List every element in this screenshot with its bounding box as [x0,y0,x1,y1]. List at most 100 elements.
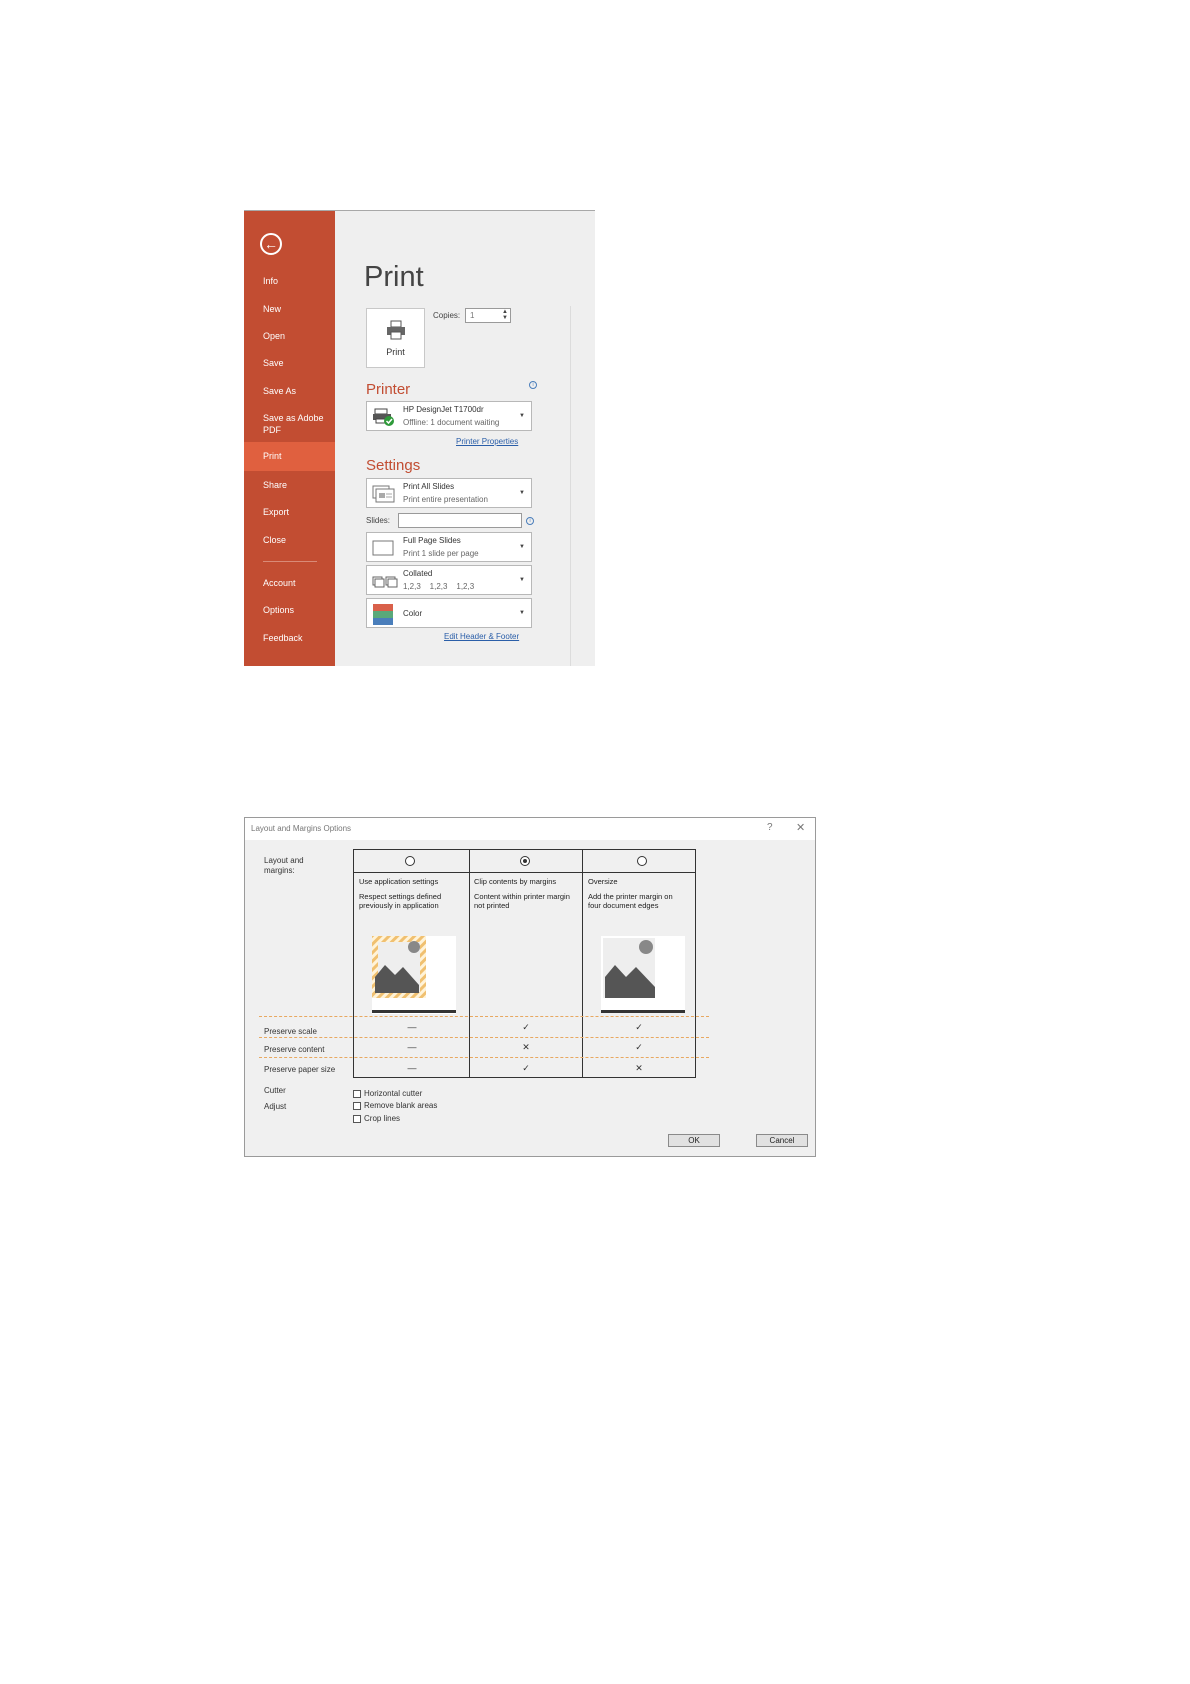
printer-icon [387,320,405,340]
info-icon[interactable]: i [529,381,537,389]
clip-contents-illustration-icon [372,936,456,1013]
horizontal-cutter-label: Horizontal cutter [364,1089,423,1098]
sidebar-item-account[interactable]: Account [244,577,335,605]
sidebar-item-label: Share [263,480,288,490]
preserve-content-label: Preserve content [264,1045,325,1054]
slide-layout-subtitle: Print 1 slide per page [403,549,479,558]
option-description-line1: Add the printer margin on [588,892,673,901]
sidebar-item-label: Save as Adobe [263,413,324,423]
cancel-button[interactable]: Cancel [756,1134,808,1147]
collation-dropdown[interactable]: Collated 1,2,3 1,2,3 1,2,3 ▼ [366,565,532,595]
color-dropdown[interactable]: Color ▼ [366,598,532,628]
preserve-paper-size-oversize-mark: ✕ [635,1063,643,1073]
copies-stepper[interactable]: 1 ▲ ▼ [465,308,511,323]
print-button[interactable]: Print [366,308,425,368]
preserve-scale-oversize-mark: ✓ [635,1022,643,1032]
sidebar-item-label: Save As [263,386,297,396]
printer-properties-link[interactable]: Printer Properties [456,437,518,446]
collated-pages-icon [372,576,398,588]
remove-blank-areas-checkbox[interactable] [353,1102,361,1110]
option-description: Add the printer margin on four document … [588,892,696,910]
info-icon[interactable]: i [526,517,534,525]
slides-stack-icon [372,485,395,503]
layout-margins-label: Layout and margins: [264,856,304,876]
layout-margins-label-line1: Layout and [264,856,304,865]
remove-blank-areas-label: Remove blank areas [364,1101,438,1110]
sidebar-item-save[interactable]: Save [244,357,335,385]
oversize-illustration-icon [601,936,685,1013]
option-description-line1: Content within printer margin [474,892,570,901]
sidebar-item-label: Info [263,276,279,286]
sidebar-item-print[interactable]: Print [244,442,335,471]
preserve-paper-size-app-mark: — [407,1063,417,1073]
sidebar-item-label: Save [263,358,284,368]
column-separator [582,850,583,1077]
print-pane: Print Print Copies: 1 ▲ ▼ Printer i HP D… [335,211,595,666]
back-arrow-icon[interactable]: ← [260,233,282,255]
slide-layout-title: Full Page Slides [403,536,461,545]
radio-use-application-settings[interactable] [405,856,415,866]
edit-header-footer-link[interactable]: Edit Header & Footer [444,632,519,641]
sidebar-item-options[interactable]: Options [244,604,335,632]
horizontal-cutter-checkbox[interactable] [353,1090,361,1098]
print-range-dropdown[interactable]: Print All Slides Print entire presentati… [366,478,532,508]
preserve-content-oversize-mark: ✓ [635,1042,643,1052]
layout-margins-label-line2: margins: [264,866,295,875]
print-range-title: Print All Slides [403,482,455,491]
sidebar-item-save-as[interactable]: Save As [244,385,335,413]
color-swatch-icon [373,604,393,625]
sidebar-item-label: Account [263,578,296,588]
sidebar-item-label: Open [263,331,286,341]
crop-lines-checkbox[interactable] [353,1115,361,1123]
ok-button[interactable]: OK [668,1134,720,1147]
option-description-line2: previously in application [359,901,439,910]
sidebar-item-label: Close [263,535,287,545]
slide-layout-dropdown[interactable]: Full Page Slides Print 1 slide per page … [366,532,532,562]
full-page-slide-icon [372,540,394,556]
row-divider [259,1016,709,1017]
copies-label: Copies: [433,311,461,320]
settings-heading: Settings [366,457,421,474]
sidebar-item-label: Options [263,605,295,615]
option-description-line2: not printed [474,901,510,910]
print-button-label: Print [386,347,405,357]
spin-arrows-icon[interactable]: ▲ ▼ [502,309,508,321]
printer-status: Offline: 1 document waiting [403,418,500,427]
sidebar-item-open[interactable]: Open [244,330,335,358]
sidebar-item-export[interactable]: Export [244,506,335,534]
close-icon[interactable]: ✕ [796,821,805,834]
dropdown-caret-icon: ▼ [519,490,525,496]
sidebar-item-save-as-adobe-pdf[interactable]: Save as Adobe PDF [244,412,335,440]
preserve-scale-app-mark: — [407,1022,417,1032]
radio-oversize[interactable] [637,856,647,866]
collation-subtitle: 1,2,3 1,2,3 1,2,3 [403,582,475,591]
sidebar-item-share[interactable]: Share [244,479,335,507]
sidebar-item-label: Export [263,507,290,517]
crop-lines-label: Crop lines [364,1114,401,1123]
printer-dropdown[interactable]: HP DesignJet T1700dr Offline: 1 document… [366,401,532,431]
dialog-title: Layout and Margins Options [251,824,352,833]
color-title: Color [403,609,423,618]
sidebar-item-label: Feedback [263,633,303,643]
radio-clip-contents-by-margins[interactable] [520,856,530,866]
sidebar-item-new[interactable]: New [244,303,335,331]
dropdown-caret-icon: ▼ [519,610,525,616]
dropdown-caret-icon: ▼ [519,544,525,550]
slides-input[interactable] [398,513,522,528]
backstage-sidebar: ← Info New Open Save Save As Save as Ado… [244,211,335,666]
option-title: Use application settings [359,877,439,886]
column-separator [469,850,470,1077]
cutter-label: Cutter [264,1086,286,1095]
option-description: Content within printer margin not printe… [474,892,582,910]
collation-title: Collated [403,569,433,578]
sidebar-item-feedback[interactable]: Feedback [244,632,335,660]
preserve-scale-clip-mark: ✓ [522,1022,530,1032]
dropdown-caret-icon: ▼ [519,577,525,583]
printer-heading: Printer [366,381,411,398]
sidebar-item-close[interactable]: Close [244,534,335,562]
printer-name: HP DesignJet T1700dr [403,405,484,414]
option-title: Oversize [588,877,618,886]
sidebar-item-info[interactable]: Info [244,275,335,303]
dialog-titlebar: Layout and Margins Options ? ✕ [245,818,815,840]
help-icon[interactable]: ? [767,822,773,833]
